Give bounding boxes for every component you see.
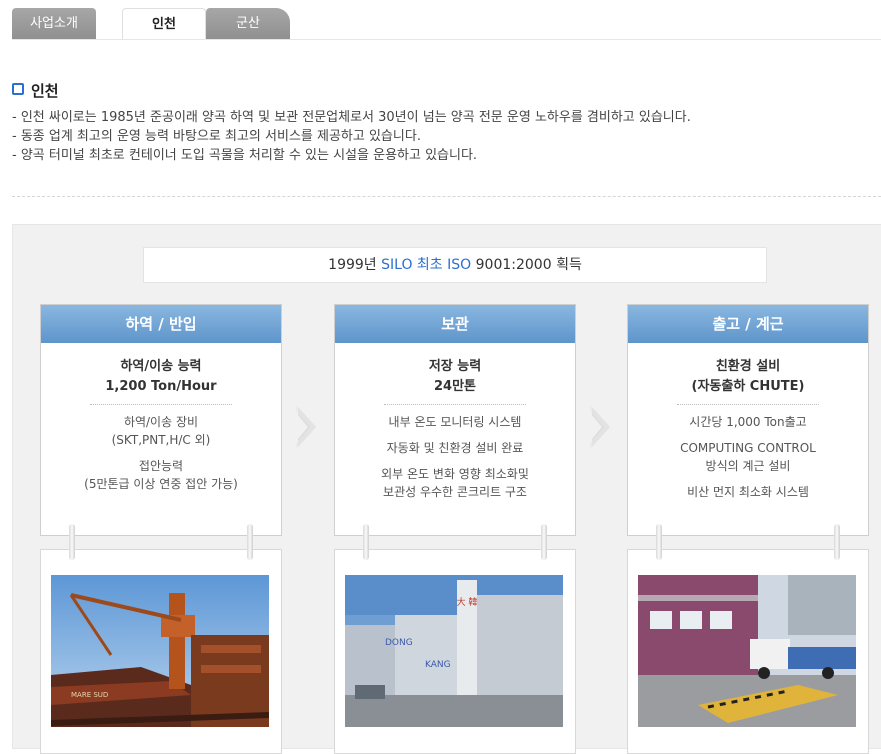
square-bullet-icon (12, 83, 24, 95)
frame-pin (247, 524, 253, 560)
card-item: 시간당 1,000 Ton출고 (689, 415, 807, 429)
card-item: 접안능력 (5만톤급 이상 연중 접안 가능) (84, 459, 238, 491)
frame-pin (541, 524, 547, 560)
card-title: 1,200 Ton/Hour (105, 379, 217, 394)
process-panel: 1999년 SILO 최초 ISO 9001:2000 획득 하역 / 반입 하… (12, 224, 881, 754)
card-unloading: 하역 / 반입 하역/이송 능력 1,200 Ton/Hour 하역/이송 장비… (40, 304, 282, 536)
description-line: - 양곡 터미널 최초로 컨테이너 도입 곡물을 처리할 수 있는 시설을 운용… (12, 148, 478, 163)
tab-business-intro[interactable]: 사업소개 (12, 8, 96, 40)
photo-frame-shipping (627, 524, 869, 754)
section-heading: 인천 (12, 80, 59, 101)
tab-bar: 사업소개 인천 군산 (12, 8, 881, 40)
description-line: - 동종 업계 최고의 운영 능력 바탕으로 최고의 서비스를 제공하고 있습니… (12, 129, 421, 144)
truck-scale-photo (638, 575, 856, 727)
card-title: 친환경 설비 (715, 359, 781, 374)
card-item: COMPUTING CONTROL 방식의 계근 설비 (680, 441, 816, 473)
unloading-crane-photo: MARE SUD (51, 575, 269, 727)
dotted-divider (384, 404, 526, 405)
section-title: 인천 (31, 82, 59, 100)
frame-pin (69, 524, 75, 560)
description: - 인천 싸이로는 1985년 준공이래 양곡 하역 및 보관 전문업체로서 3… (12, 108, 691, 165)
card-title: 24만톤 (433, 379, 476, 394)
tab-gunsan[interactable]: 군산 (206, 8, 290, 40)
dotted-divider (677, 404, 819, 405)
card-item: 외부 온도 변화 영향 최소화및 보관성 우수한 콘크리트 구조 (381, 467, 529, 499)
iso-banner: 1999년 SILO 최초 ISO 9001:2000 획득 (143, 247, 767, 283)
svg-text:DONG: DONG (385, 638, 413, 648)
silo-building-photo: 大 韓 DONG KANG (345, 575, 563, 727)
frame-pin (656, 524, 662, 560)
photo-frame-unloading: MARE SUD (40, 524, 282, 754)
chevron-right-icon (590, 405, 610, 449)
tab-underline (12, 39, 881, 40)
dotted-divider (90, 404, 232, 405)
svg-text:KANG: KANG (425, 660, 451, 670)
banner-text: 9001:2000 획득 (471, 257, 582, 273)
card-header: 보관 (335, 305, 575, 343)
card-shipping: 출고 / 계근 친환경 설비 (자동출하 CHUTE) 시간당 1,000 To… (627, 304, 869, 536)
card-item: 하역/이송 장비 (SKT,PNT,H/C 외) (111, 415, 211, 447)
banner-text: 1999년 (328, 257, 382, 273)
photo-frame-storage: 大 韓 DONG KANG (334, 524, 576, 754)
card-item: 내부 온도 모니터링 시스템 (388, 415, 522, 429)
chevron-right-icon (296, 405, 316, 449)
svg-text:大 韓: 大 韓 (457, 596, 478, 608)
card-item: 비산 먼지 최소화 시스템 (687, 485, 809, 499)
card-item: 자동화 및 친환경 설비 완료 (386, 441, 524, 455)
description-line: - 인천 싸이로는 1985년 준공이래 양곡 하역 및 보관 전문업체로서 3… (12, 110, 691, 125)
tab-incheon[interactable]: 인천 (122, 8, 206, 40)
card-title: (자동출하 CHUTE) (691, 379, 805, 394)
banner-highlight: SILO 최초 ISO (381, 257, 472, 273)
svg-text:MARE SUD: MARE SUD (71, 691, 108, 699)
frame-pin (834, 524, 840, 560)
card-storage: 보관 저장 능력 24만톤 내부 온도 모니터링 시스템 자동화 및 친환경 설… (334, 304, 576, 536)
card-title: 저장 능력 (428, 359, 482, 374)
dashed-divider (12, 196, 881, 197)
card-title: 하역/이송 능력 (120, 359, 202, 374)
card-header: 하역 / 반입 (41, 305, 281, 343)
frame-pin (363, 524, 369, 560)
card-header: 출고 / 계근 (628, 305, 868, 343)
